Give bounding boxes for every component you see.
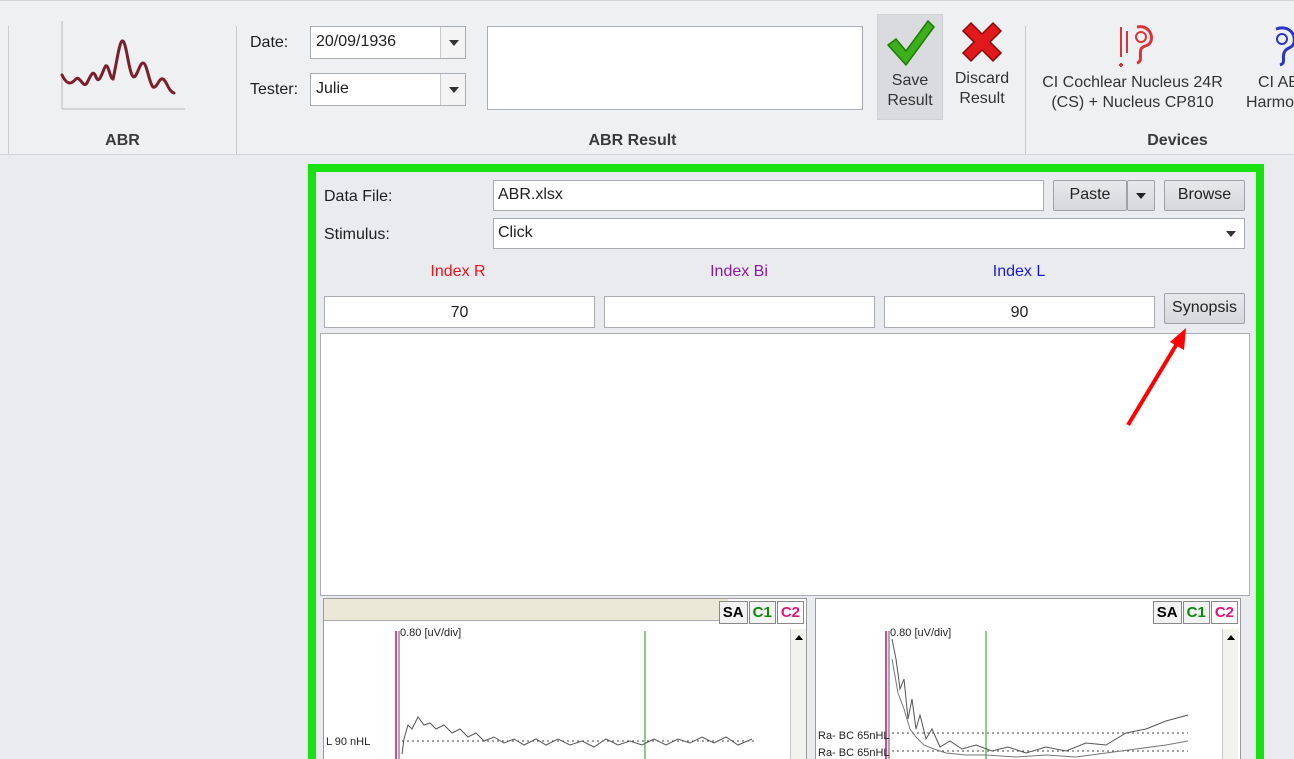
index-bi-input[interactable] <box>604 296 875 328</box>
tester-select[interactable]: Julie <box>310 73 466 106</box>
right-trace-label-1: Ra- BC 65nHL <box>818 730 890 742</box>
right-trace-label-2: Ra- BC 65nHL <box>818 747 890 759</box>
left-waveform-viewer[interactable]: SA C1 C2 0.80 [uV/div] L 90 nHL <box>323 598 807 759</box>
red-arrow-annotation <box>1126 328 1186 427</box>
tab-c2[interactable]: C2 <box>776 601 804 624</box>
devices-group-caption: Devices <box>1147 132 1208 149</box>
tester-dropdown-icon[interactable] <box>440 74 465 105</box>
cochlear-implant-blue-icon <box>1275 26 1294 67</box>
stimulus-value: Click <box>498 224 533 241</box>
index-l-label: Index L <box>992 263 1046 280</box>
tab-sa[interactable]: SA <box>1152 601 1182 624</box>
tab-c2[interactable]: C2 <box>1210 601 1238 624</box>
device-cochlear-button[interactable]: CI Cochlear Nucleus 24R (CS) + Nucleus C… <box>1035 14 1230 113</box>
data-file-input[interactable]: ABR.xlsx <box>493 180 1044 211</box>
index-l-input[interactable]: 90 <box>884 296 1155 328</box>
ribbon-separator <box>8 26 9 154</box>
stimulus-select[interactable]: Click <box>493 218 1245 249</box>
device-ab-button[interactable]: CI AB Harmo <box>1240 14 1294 113</box>
browse-button[interactable]: Browse <box>1164 180 1245 211</box>
ribbon-separator <box>236 26 237 154</box>
save-result-label-2: Result <box>887 92 933 109</box>
save-result-button[interactable]: Save Result <box>877 14 943 120</box>
tab-c1[interactable]: C1 <box>1182 601 1210 624</box>
ribbon: ABR Date: 20/09/1936 Tester: Julie Save … <box>0 0 1294 155</box>
index-bi-label: Index Bi <box>710 263 768 280</box>
left-scale-label: 0.80 [uV/div] <box>400 627 462 639</box>
right-waveform-viewer[interactable]: SA C1 C2 0.80 [uV/div] Ra- BC 65nHL Ra- … <box>815 598 1241 759</box>
right-waveform-tabs: SA C1 C2 <box>1152 601 1238 624</box>
chevron-down-icon <box>1136 193 1146 199</box>
discard-result-button[interactable]: Discard Result <box>948 14 1016 109</box>
date-dropdown-icon[interactable] <box>440 27 465 58</box>
left-waveform-tabs: SA C1 C2 <box>718 601 804 624</box>
discard-result-label-1: Discard <box>954 70 1010 87</box>
red-x-icon <box>961 21 1003 63</box>
date-label: Date: <box>250 34 289 51</box>
date-picker[interactable]: 20/09/1936 <box>310 26 466 59</box>
abr-waveform-icon <box>60 21 185 110</box>
paste-button[interactable]: Paste <box>1053 180 1127 211</box>
data-file-label: Data File: <box>324 188 393 205</box>
checkmark-icon <box>886 19 935 67</box>
cochlear-implant-red-icon <box>1118 25 1153 67</box>
device-ab-label-2: Harmo <box>1246 94 1294 111</box>
abr-group[interactable] <box>40 15 200 120</box>
left-waveform-plot <box>395 631 754 759</box>
left-trace-label: L 90 nHL <box>326 736 371 748</box>
stimulus-label: Stimulus: <box>324 226 390 243</box>
left-waveform-toolbar <box>324 599 728 621</box>
save-result-label-1: Save <box>891 72 929 89</box>
index-r-input[interactable]: 70 <box>324 296 595 328</box>
device-cochlear-label-2: (CS) + Nucleus CP810 <box>1051 94 1214 111</box>
result-notes-textarea[interactable] <box>487 26 863 110</box>
date-value: 20/09/1936 <box>316 33 397 50</box>
ribbon-separator <box>1025 26 1026 154</box>
abr-result-group-caption: ABR Result <box>588 132 677 149</box>
right-scale-label: 0.80 [uV/div] <box>890 627 952 639</box>
tester-value: Julie <box>316 80 349 97</box>
tab-sa[interactable]: SA <box>718 601 748 624</box>
tester-label: Tester: <box>250 81 299 98</box>
device-ab-label-1: CI AB <box>1258 74 1294 91</box>
synopsis-display-area <box>320 333 1250 596</box>
tab-c1[interactable]: C1 <box>748 601 776 624</box>
left-waveform-scrollbar[interactable] <box>790 629 806 759</box>
paste-dropdown-button[interactable] <box>1127 180 1155 211</box>
index-r-label: Index R <box>430 263 486 280</box>
stimulus-dropdown-icon[interactable] <box>1226 231 1236 237</box>
discard-result-label-2: Result <box>959 90 1005 107</box>
device-cochlear-label-1: CI Cochlear Nucleus 24R <box>1042 74 1223 91</box>
abr-group-caption: ABR <box>105 132 140 149</box>
